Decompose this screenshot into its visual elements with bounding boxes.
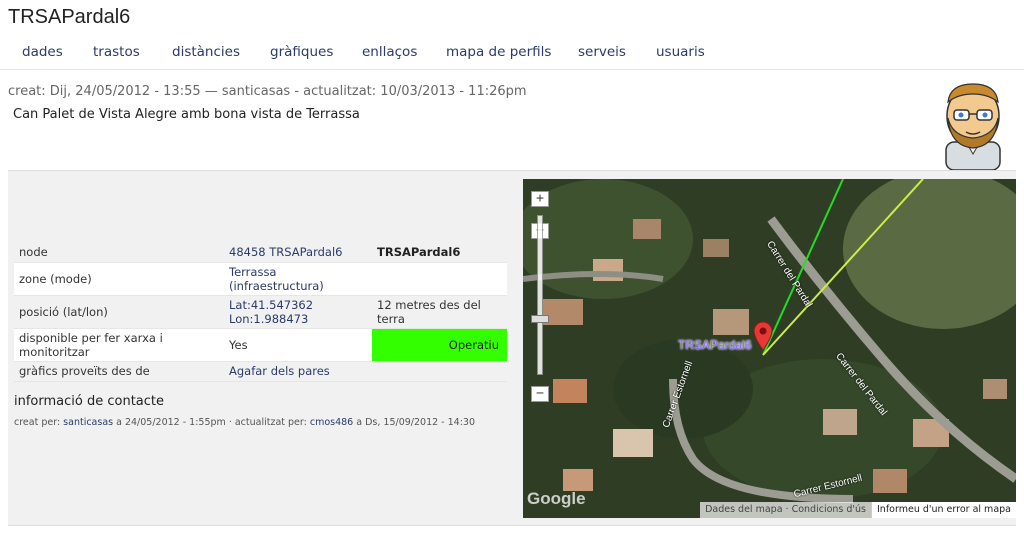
contact-title: informació de contacte [14,394,165,409]
latitude-value: Lat:41.547362 [229,297,314,312]
location-pin-icon[interactable] [753,321,773,351]
nav-item-trastos[interactable]: trastos [93,44,140,60]
table-row: posició (lat/lon) Lat:41.547362 Lon:1.98… [14,295,507,329]
nav-item-distancies[interactable]: distàncies [172,44,240,60]
table-row: disponible per fer xarxa i monitoritzar … [14,328,507,362]
row-extra: TRSAPardal6 [372,242,507,263]
map-footer: Dades del mapa · Condicions d'ús Informe… [700,502,1016,518]
node-meta: creat: Dij, 24/05/2012 - 13:55 — santica… [8,84,527,99]
zoom-control: + − − [531,191,549,402]
creator-link[interactable]: santicasas [63,417,113,428]
row-label: zone (mode) [14,262,224,296]
node-info-table: node 48458 TRSAPardal6 TRSAPardal6 zone … [14,242,507,382]
zoom-slider-handle[interactable] [531,315,549,323]
satellite-map[interactable]: Carrer del Pardal Carrer del Pardal Carr… [523,179,1016,518]
row-label: gràfics proveïts des de [14,361,224,382]
row-value: Yes [224,328,372,362]
status-badge: Operatiu [372,328,507,362]
contact-updated-label: a 24/05/2012 - 1:55pm · actualitzat per: [113,417,310,428]
row-value: Lat:41.547362 Lon:1.988473 [224,295,372,329]
user-avatar[interactable] [938,80,1008,170]
report-map-error-link[interactable]: Informeu d'un error al mapa [871,502,1016,518]
row-extra [372,262,507,296]
marker-label[interactable]: TRSAPardal6 [678,338,751,352]
table-row: gràfics proveïts des de Agafar dels pare… [14,361,507,382]
map-data-terms-link[interactable]: Dades del mapa · Condicions d'ús [700,502,871,518]
row-value[interactable]: Agafar dels pares [224,361,372,382]
google-logo: Google [527,489,586,508]
row-value[interactable]: Terrassa (infraestructura) [224,262,372,296]
nav-item-usuaris[interactable]: usuaris [656,44,705,60]
row-label: node [14,242,224,263]
row-extra [372,361,507,382]
row-value: 48458 TRSAPardal6 [224,242,372,263]
nav-item-serveis[interactable]: serveis [578,44,626,60]
zoom-in-button[interactable]: + [531,191,549,207]
contact-created-label: creat per: [14,417,64,428]
zoom-out-button[interactable]: − [531,386,549,402]
zoom-slider-track[interactable] [537,215,543,375]
row-extra: 12 metres des del terra [372,295,507,329]
row-label: disponible per fer xarxa i monitoritzar [14,328,224,362]
nav-item-mapa-de-perfils[interactable]: mapa de perfils [446,44,551,60]
longitude-value: Lon:1.988473 [229,311,309,326]
nav-item-enllacos[interactable]: enllaços [362,44,417,60]
nav-item-grafiques[interactable]: gràfiques [270,44,333,60]
main-nav: dades trastos distàncies gràfiques enlla… [0,36,1024,70]
table-row: node 48458 TRSAPardal6 TRSAPardal6 [14,242,507,263]
node-description: Can Palet de Vista Alegre amb bona vista… [13,107,360,122]
contact-updated-date: a Ds, 15/09/2012 - 14:30 [353,417,475,428]
table-row: zone (mode) Terrassa (infraestructura) [14,262,507,296]
nav-item-dades[interactable]: dades [22,44,63,60]
site-title[interactable]: TRSAPardal6 [8,6,130,29]
updater-link[interactable]: cmos486 [310,417,353,428]
contact-meta: creat per: santicasas a 24/05/2012 - 1:5… [14,417,494,429]
row-label: posició (lat/lon) [14,295,224,329]
